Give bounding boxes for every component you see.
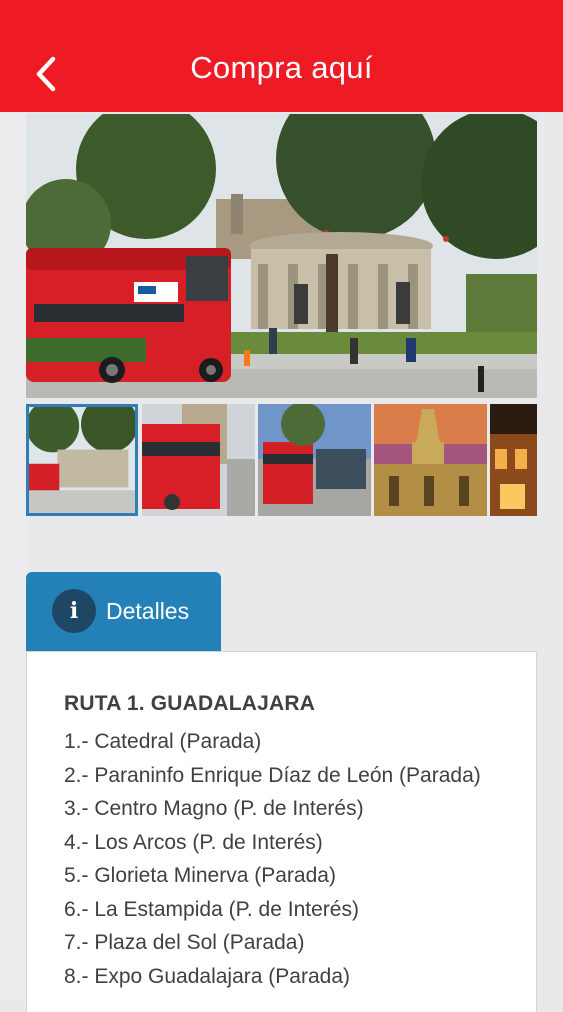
route-stop: 4.- Los Arcos (P. de Interés) — [64, 830, 323, 854]
thumbnail-rotonda-bus[interactable] — [26, 404, 138, 516]
route-stop: 1.- Catedral (Parada) — [64, 730, 262, 753]
hero-image — [26, 114, 537, 398]
thumbnail-strip — [26, 404, 537, 516]
tab-details[interactable]: i Detalles — [26, 572, 221, 652]
tab-details-label: Detalles — [106, 598, 190, 624]
route-stop: 3.- Centro Magno (P. de Interés) — [64, 797, 364, 820]
route-stop: 6.- La Estampida (P. de Interés) — [64, 897, 359, 921]
details-panel: RUTA 1. GUADALAJARA 1.- Catedral (Parada… — [26, 651, 537, 1012]
thumbnail-bus-street[interactable] — [142, 404, 255, 516]
thumbnail-night-building[interactable] — [490, 404, 537, 516]
route-stop: 7.- Plaza del Sol (Parada) — [64, 931, 305, 954]
left-edge — [0, 112, 26, 1000]
page-title: Compra aquí — [190, 50, 373, 85]
route-stop: 2.- Paraninfo Enrique Díaz de León (Para… — [64, 763, 481, 787]
route-stop: 5.- Glorieta Minerva (Parada) — [64, 864, 336, 887]
info-icon: i — [52, 589, 96, 633]
route-stop: 8.- Expo Guadalajara (Parada) — [64, 964, 350, 988]
route-stops-list: 1.- Catedral (Parada) 2.- Paraninfo Enri… — [64, 725, 504, 993]
route-title: RUTA 1. GUADALAJARA — [64, 692, 316, 715]
thumbnail-cathedral[interactable] — [374, 404, 487, 516]
thumbnail-bus-plaza[interactable] — [258, 404, 371, 516]
app-header: Compra aquí — [0, 0, 563, 112]
